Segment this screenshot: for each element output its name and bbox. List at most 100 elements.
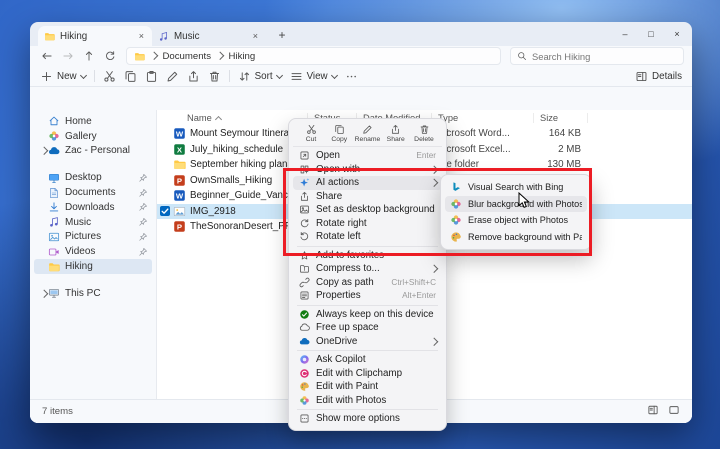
column-divider[interactable] (533, 113, 534, 123)
sidebar-item-this-pc[interactable]: This PC (34, 286, 152, 301)
view-button[interactable]: View (290, 70, 337, 83)
more-options-button[interactable] (345, 70, 358, 83)
menu-item-open-with[interactable]: Open with (293, 163, 442, 177)
quick-copy-button[interactable]: Copy (326, 124, 352, 143)
copy-button[interactable] (124, 70, 137, 83)
folder-icon (134, 51, 145, 62)
minimize-button[interactable]: – (612, 29, 638, 39)
column-header-size[interactable]: Size (538, 110, 558, 126)
quick-delete-button[interactable]: Delete (411, 124, 437, 143)
cut-button[interactable] (103, 70, 116, 83)
menu-item-edit-with-paint[interactable]: Edit with Paint (293, 380, 442, 394)
sidebar-item-desktop[interactable]: Desktop (34, 170, 152, 185)
view-toggle-details-button[interactable] (647, 404, 659, 419)
quick-rename-button[interactable]: Rename (355, 124, 381, 143)
column-header-name[interactable]: Name (185, 110, 221, 126)
menu-item-show-more-options[interactable]: Show more options (293, 412, 442, 426)
sort-button[interactable]: Sort (238, 70, 282, 83)
menu-item-ai-actions[interactable]: AI actions (293, 176, 442, 190)
breadcrumb-item-hiking[interactable]: Hiking (229, 51, 256, 62)
menu-item-rotate-left[interactable]: Rotate left (293, 230, 442, 244)
paste-button[interactable] (145, 70, 158, 83)
menu-item-label: Rotate left (316, 231, 436, 242)
rename-button[interactable] (166, 70, 179, 83)
menu-item-copy-as-path[interactable]: Copy as pathCtrl+Shift+C (293, 276, 442, 290)
sidebar-item-documents[interactable]: Documents (34, 185, 152, 200)
title-bar[interactable]: Hiking×Music× + –□× (30, 22, 692, 46)
menu-item-add-to-favorites[interactable]: Add to favorites (293, 249, 442, 263)
details-pane-button[interactable]: Details (635, 70, 682, 83)
cut-icon (306, 124, 317, 135)
view-toggle-thumbs-button[interactable] (668, 404, 680, 419)
forward-button[interactable] (59, 48, 77, 64)
breadcrumb-item-documents[interactable]: Documents (163, 51, 212, 62)
paint-icon (299, 381, 310, 392)
chevron-right-icon[interactable] (40, 147, 48, 155)
new-button[interactable]: New (40, 70, 86, 83)
tab-close-icon[interactable]: × (251, 31, 260, 41)
column-divider[interactable] (587, 113, 588, 123)
menu-item-ask-copilot[interactable]: Ask Copilot (293, 353, 442, 367)
menu-item-onedrive[interactable]: OneDrive (293, 335, 442, 349)
ai-icon (299, 177, 310, 188)
submenu-item-erase-object-with-photos[interactable]: Erase object with Photos (445, 212, 587, 229)
tab-music[interactable]: Music× (152, 26, 266, 46)
sidebar-item-zac-personal[interactable]: Zac - Personal (34, 144, 152, 159)
tab-hiking[interactable]: Hiking× (38, 26, 152, 46)
menu-item-open[interactable]: OpenEnter (293, 149, 442, 163)
menu-item-share[interactable]: Share (293, 190, 442, 204)
menu-item-always-keep-on-this-device[interactable]: Always keep on this device (293, 308, 442, 322)
file-size: 164 KB (513, 126, 581, 142)
file-type: Microsoft Word... (436, 126, 510, 142)
refresh-button[interactable] (101, 48, 119, 64)
sidebar-item-pictures[interactable]: Pictures (34, 230, 152, 245)
submenu-item-label: Remove background with Paint (468, 232, 582, 242)
share-icon (187, 70, 200, 83)
sidebar-item-music[interactable]: Music (34, 215, 152, 230)
quick-share-button[interactable]: Share (383, 124, 409, 143)
up-button[interactable] (80, 48, 98, 64)
close-button[interactable]: × (664, 29, 690, 39)
maximize-button[interactable]: □ (638, 29, 664, 39)
details-icon (647, 404, 659, 416)
menu-item-edit-with-clipchamp[interactable]: Edit with Clipchamp (293, 367, 442, 381)
menu-item-label: Compress to... (316, 263, 425, 274)
menu-item-label: Free up space (316, 322, 436, 333)
share-button[interactable] (187, 70, 200, 83)
sidebar-item-videos[interactable]: Videos (34, 244, 152, 259)
svg-text:P: P (177, 176, 182, 185)
menu-separator (297, 409, 438, 410)
details-icon (635, 70, 648, 83)
compress-icon (299, 263, 310, 274)
sidebar-item-hiking[interactable]: Hiking (34, 259, 152, 274)
quick-cut-button[interactable]: Cut (298, 124, 324, 143)
chevron-right-icon[interactable] (40, 289, 48, 297)
sidebar-item-label: Downloads (65, 202, 138, 213)
onedrive-icon (48, 145, 60, 157)
forward-icon (62, 50, 74, 62)
delete-button[interactable] (208, 70, 221, 83)
checkbox-checked-icon[interactable] (160, 206, 170, 216)
menu-item-set-as-desktop-background[interactable]: Set as desktop background (293, 203, 442, 217)
sidebar-item-downloads[interactable]: Downloads (34, 200, 152, 215)
menu-item-properties[interactable]: PropertiesAlt+Enter (293, 289, 442, 303)
submenu-item-remove-background-with-paint[interactable]: Remove background with Paint (445, 229, 587, 246)
menu-item-free-up-space[interactable]: Free up space (293, 321, 442, 335)
back-button[interactable] (38, 48, 56, 64)
pin-icon (138, 247, 148, 257)
photos-icon (450, 198, 462, 210)
breadcrumb[interactable]: Documents Hiking (126, 47, 501, 65)
sidebar-item-gallery[interactable]: Gallery (34, 129, 152, 144)
pin-icon (138, 173, 148, 183)
new-tab-button[interactable]: + (274, 27, 290, 43)
menu-item-compress-to[interactable]: Compress to... (293, 262, 442, 276)
menu-item-edit-with-photos[interactable]: Edit with Photos (293, 394, 442, 408)
submenu-item-visual-search-with-bing[interactable]: Visual Search with Bing (445, 179, 587, 196)
menu-item-label: OneDrive (316, 336, 425, 347)
submenu-item-blur-background-with-photos[interactable]: Blur background with Photos (445, 196, 587, 213)
tab-close-icon[interactable]: × (137, 31, 146, 41)
sidebar-item-home[interactable]: Home (34, 114, 152, 129)
search-input[interactable]: Search Hiking (510, 47, 684, 65)
copypath-icon (299, 277, 310, 288)
menu-item-rotate-right[interactable]: Rotate right (293, 217, 442, 231)
